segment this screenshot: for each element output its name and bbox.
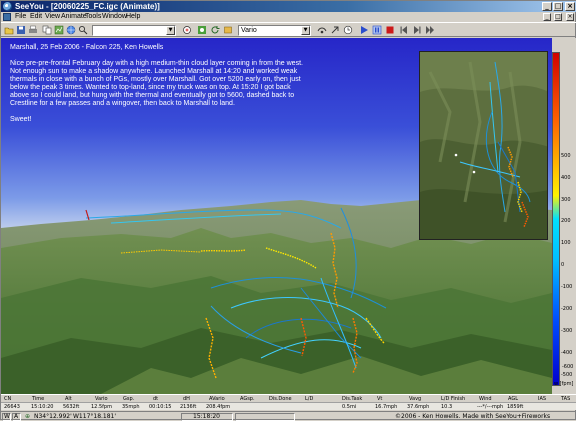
step-back-icon[interactable] bbox=[399, 25, 409, 35]
table-cell: ---*/---mph bbox=[477, 404, 504, 410]
flight-data-table: CN Time Alt Vario Gsp. dt dH AVario AGsp… bbox=[1, 394, 576, 411]
chevron-down-icon[interactable]: ▼ bbox=[166, 26, 175, 35]
table-cell: 00:10:15 bbox=[149, 404, 172, 410]
table-header-row: CN Time Alt Vario Gsp. dt dH AVario AGsp… bbox=[1, 394, 576, 402]
scale-tick: 400 bbox=[561, 175, 571, 181]
title-bar[interactable]: SeeYou - [20060225_FC.igc (Animate)] _ □… bbox=[1, 1, 576, 12]
mdi-restore-button[interactable]: □ bbox=[554, 13, 562, 21]
3d-view[interactable]: Marshall, 25 Feb 2006 - Falcon 225, Ken … bbox=[1, 38, 552, 394]
document-icon[interactable] bbox=[3, 13, 11, 21]
refresh-icon[interactable] bbox=[210, 25, 220, 35]
pause-icon[interactable] bbox=[372, 25, 382, 35]
clock-icon[interactable] bbox=[343, 25, 353, 35]
app-logo-icon bbox=[3, 2, 12, 11]
target-icon[interactable] bbox=[197, 25, 207, 35]
scale-tick: -400 bbox=[561, 350, 573, 356]
app-window: SeeYou - [20060225_FC.igc (Animate)] _ □… bbox=[0, 0, 576, 421]
vario-color-bar bbox=[552, 52, 560, 386]
copy-icon[interactable] bbox=[42, 25, 52, 35]
toolbar: ▼ Vario ▼ bbox=[1, 22, 576, 37]
fast-forward-icon[interactable] bbox=[425, 25, 435, 35]
flight-description: Marshall, 25 Feb 2006 - Falcon 225, Ken … bbox=[10, 44, 310, 132]
table-cell: 208.4fpm bbox=[206, 404, 231, 410]
display-mode-select[interactable]: Vario ▼ bbox=[238, 25, 311, 36]
overview-map[interactable] bbox=[419, 51, 548, 240]
play-icon[interactable] bbox=[359, 25, 369, 35]
mdi-minimize-button[interactable]: _ bbox=[543, 13, 551, 21]
table-cell: 5632ft bbox=[63, 404, 80, 410]
table-cell: 1859ft bbox=[507, 404, 524, 410]
menu-animate[interactable]: Animate bbox=[61, 12, 87, 22]
zoom-icon[interactable] bbox=[182, 25, 192, 35]
maximize-button[interactable]: □ bbox=[553, 2, 563, 11]
scale-tick: 500 bbox=[561, 153, 571, 159]
flight-description-closing: Sweet! bbox=[10, 116, 32, 123]
table-row[interactable]: 26643 15:10:20 5632ft 12.5fpm 35mph 00:1… bbox=[1, 402, 576, 410]
window-title: SeeYou - [20060225_FC.igc (Animate)] bbox=[15, 2, 160, 11]
scale-tick: -100 bbox=[561, 284, 573, 290]
table-cell: 16.7mph bbox=[375, 404, 398, 410]
table-cell: 0.5mi bbox=[342, 404, 357, 410]
globe-icon[interactable] bbox=[66, 25, 76, 35]
open-icon[interactable] bbox=[4, 25, 14, 35]
table-cell: 35mph bbox=[122, 404, 140, 410]
scale-tick: -600 bbox=[562, 364, 574, 370]
flight-description-title: Marshall, 25 Feb 2006 - Falcon 225, Ken … bbox=[10, 44, 164, 51]
stop-icon[interactable] bbox=[385, 25, 395, 35]
scale-tick: 300 bbox=[561, 197, 571, 203]
table-cell: 37.6mph bbox=[407, 404, 430, 410]
minimize-button[interactable]: _ bbox=[542, 2, 552, 11]
menu-window[interactable]: Window bbox=[102, 12, 127, 22]
find-icon[interactable] bbox=[78, 25, 88, 35]
print-icon[interactable] bbox=[28, 25, 38, 35]
flight-description-body: Nice pre-pre-frontal February day with a… bbox=[10, 60, 303, 107]
step-forward-icon[interactable] bbox=[412, 25, 422, 35]
mdi-close-button[interactable]: × bbox=[566, 13, 574, 21]
table-cell: 15:10:20 bbox=[31, 404, 54, 410]
menu-file[interactable]: File bbox=[15, 12, 26, 22]
table-cell: 2136ft bbox=[180, 404, 197, 410]
menu-tools[interactable]: Tools bbox=[85, 12, 101, 22]
scale-tick: 200 bbox=[561, 218, 571, 224]
table-cell: 12.5fpm bbox=[91, 404, 112, 410]
menu-view[interactable]: View bbox=[45, 12, 60, 22]
map-icon[interactable] bbox=[54, 25, 64, 35]
flight-select[interactable]: ▼ bbox=[92, 25, 176, 36]
scale-tick: -500 bbox=[561, 372, 573, 378]
settings-icon[interactable] bbox=[223, 25, 233, 35]
scale-unit: w [fpm] bbox=[554, 381, 574, 387]
camera-icon[interactable] bbox=[317, 25, 327, 35]
chevron-down-icon[interactable]: ▼ bbox=[301, 26, 310, 35]
table-cell: 10.3 bbox=[441, 404, 453, 410]
follow-icon[interactable] bbox=[330, 25, 340, 35]
table-cell: 26643 bbox=[4, 404, 20, 410]
close-button[interactable]: × bbox=[565, 2, 575, 11]
scale-tick: 100 bbox=[561, 240, 571, 246]
menu-bar: File Edit View Animate Tools Window Help… bbox=[1, 12, 576, 22]
menu-edit[interactable]: Edit bbox=[30, 12, 42, 22]
overview-map-image bbox=[420, 52, 547, 239]
vario-color-scale: 500 400 300 200 100 0 -100 -200 -300 -40… bbox=[552, 38, 576, 394]
scale-tick: -200 bbox=[561, 306, 573, 312]
save-icon[interactable] bbox=[16, 25, 26, 35]
scale-tick: -300 bbox=[561, 328, 573, 334]
menu-help[interactable]: Help bbox=[126, 12, 140, 22]
scale-tick: 0 bbox=[561, 262, 565, 268]
